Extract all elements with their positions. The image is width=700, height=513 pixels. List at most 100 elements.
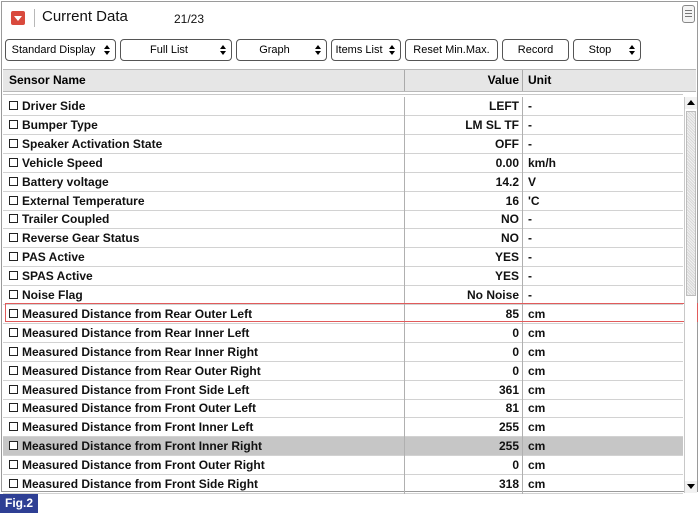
item-counter: 21/23: [174, 12, 205, 26]
select-arrows-icon: [104, 44, 111, 56]
collapse-caret-icon[interactable]: [11, 11, 25, 25]
checkbox-icon[interactable]: [9, 157, 18, 167]
scroll-down-icon[interactable]: [685, 481, 697, 493]
record-label: Record: [517, 44, 554, 56]
sensor-value: LEFT: [489, 99, 519, 113]
checkbox-icon[interactable]: [9, 138, 18, 148]
sensor-unit: -: [528, 231, 532, 246]
table-row[interactable]: Reverse Gear Status NO -: [3, 229, 683, 249]
table-row[interactable]: Measured Distance from Front Side Left 36…: [3, 380, 683, 400]
checkbox-icon[interactable]: [9, 271, 18, 281]
toolbar: Standard Display Full List Graph Items L…: [2, 39, 697, 63]
checkbox-icon[interactable]: [9, 365, 18, 375]
table-row[interactable]: Measured Distance from Front Side Right 3…: [3, 475, 683, 494]
items-list-select[interactable]: Items List: [331, 39, 401, 61]
sensor-value: 255: [498, 420, 519, 435]
sensor-name: Measured Distance from Rear Inner Right: [22, 344, 259, 359]
checkbox-icon[interactable]: [9, 214, 18, 224]
sensor-name: Measured Distance from Rear Outer Right: [22, 363, 261, 378]
table-row[interactable]: Measured Distance from Front Inner Right…: [3, 437, 683, 457]
column-divider: [522, 153, 523, 173]
table-row[interactable]: SPAS Active YES -: [3, 267, 683, 287]
table-row[interactable]: Driver Side LEFT -: [3, 97, 683, 116]
checkbox-icon[interactable]: [9, 308, 18, 318]
column-header-value[interactable]: Value: [405, 73, 519, 87]
sensor-value: LM SL TF: [465, 117, 519, 132]
checkbox-icon[interactable]: [9, 441, 18, 451]
standard-display-select[interactable]: Standard Display: [5, 39, 116, 61]
sensor-value: 0: [512, 458, 519, 473]
sensor-value: 81: [505, 401, 519, 416]
sensor-value: YES: [494, 269, 519, 284]
select-arrows-icon: [315, 44, 322, 56]
column-divider: [522, 229, 523, 249]
checkbox-icon[interactable]: [9, 195, 18, 205]
column-divider: [522, 248, 523, 268]
sensor-name: Speaker Activation State: [22, 136, 163, 151]
scroll-thumb[interactable]: [686, 111, 696, 296]
table-row[interactable]: Battery voltage 14.2 V: [3, 172, 683, 192]
checkbox-icon[interactable]: [9, 327, 18, 337]
checkbox-icon[interactable]: [9, 422, 18, 432]
sensor-unit: -: [528, 136, 532, 151]
column-divider: [522, 134, 523, 154]
checkbox-icon[interactable]: [9, 176, 18, 186]
sensor-unit: cm: [528, 306, 546, 321]
table-row[interactable]: Noise Flag No Noise -: [3, 286, 683, 305]
sensor-value: 85: [505, 306, 519, 321]
table-row[interactable]: Trailer Coupled NO -: [3, 210, 683, 230]
title-bar: Current Data 21/23: [2, 2, 697, 36]
table-row[interactable]: Speaker Activation State OFF -: [3, 134, 683, 154]
scroll-up-icon[interactable]: [685, 97, 697, 109]
sensor-unit: -: [528, 212, 532, 227]
checkbox-icon[interactable]: [9, 101, 18, 110]
record-button[interactable]: Record: [502, 39, 569, 61]
table-row[interactable]: Measured Distance from Rear Inner Right 0…: [3, 342, 683, 362]
checkbox-icon[interactable]: [9, 233, 18, 243]
column-divider: [522, 210, 523, 230]
table-row[interactable]: External Temperature 16 'C: [3, 191, 683, 211]
sensor-name: Measured Distance from Front Outer Right: [22, 458, 265, 473]
sensor-value: 0: [512, 363, 519, 378]
sensor-name: Measured Distance from Front Side Right: [22, 477, 259, 491]
sensor-unit: cm: [528, 420, 546, 435]
column-header-sensor-name[interactable]: Sensor Name: [9, 73, 86, 87]
sensor-value: YES: [494, 250, 519, 265]
checkbox-icon[interactable]: [9, 384, 18, 394]
column-header-unit[interactable]: Unit: [528, 73, 551, 87]
items-list-label: Items List: [335, 44, 383, 56]
table-row[interactable]: PAS Active YES -: [3, 248, 683, 268]
graph-select[interactable]: Graph: [236, 39, 327, 61]
column-divider: [522, 323, 523, 343]
checkbox-icon[interactable]: [9, 346, 18, 356]
stop-select[interactable]: Stop: [573, 39, 641, 61]
table-row[interactable]: Measured Distance from Front Inner Left 2…: [3, 418, 683, 438]
sensor-name: Driver Side: [22, 99, 86, 113]
table-row[interactable]: Measured Distance from Front Outer Left 8…: [3, 399, 683, 419]
table-row[interactable]: Measured Distance from Rear Outer Right 0…: [3, 361, 683, 381]
checkbox-icon[interactable]: [9, 460, 18, 470]
checkbox-icon[interactable]: [9, 119, 18, 129]
sensor-value: 16: [505, 193, 519, 208]
sensor-unit: cm: [528, 363, 546, 378]
table-row[interactable]: Vehicle Speed 0.00 km/h: [3, 153, 683, 173]
reset-min-max-label: Reset Min.Max.: [413, 44, 490, 56]
vertical-scrollbar[interactable]: [684, 97, 697, 493]
sensor-unit: cm: [528, 477, 546, 491]
list-menu-icon[interactable]: [682, 5, 695, 23]
checkbox-icon[interactable]: [9, 479, 18, 488]
checkbox-icon[interactable]: [9, 290, 18, 299]
table-row[interactable]: Measured Distance from Rear Inner Left 0 c…: [3, 323, 683, 343]
checkbox-icon[interactable]: [9, 403, 18, 413]
table-row[interactable]: Measured Distance from Rear Outer Left 85…: [3, 304, 683, 324]
standard-display-label: Standard Display: [11, 44, 96, 56]
reset-min-max-button[interactable]: Reset Min.Max.: [405, 39, 498, 61]
sensor-value: 0: [512, 325, 519, 340]
full-list-select[interactable]: Full List: [120, 39, 232, 61]
column-divider: [522, 475, 523, 494]
sensor-value: 361: [498, 382, 519, 397]
table-row[interactable]: Measured Distance from Front Outer Right…: [3, 456, 683, 476]
column-divider: [522, 191, 523, 211]
table-row[interactable]: Bumper Type LM SL TF -: [3, 115, 683, 135]
checkbox-icon[interactable]: [9, 252, 18, 262]
